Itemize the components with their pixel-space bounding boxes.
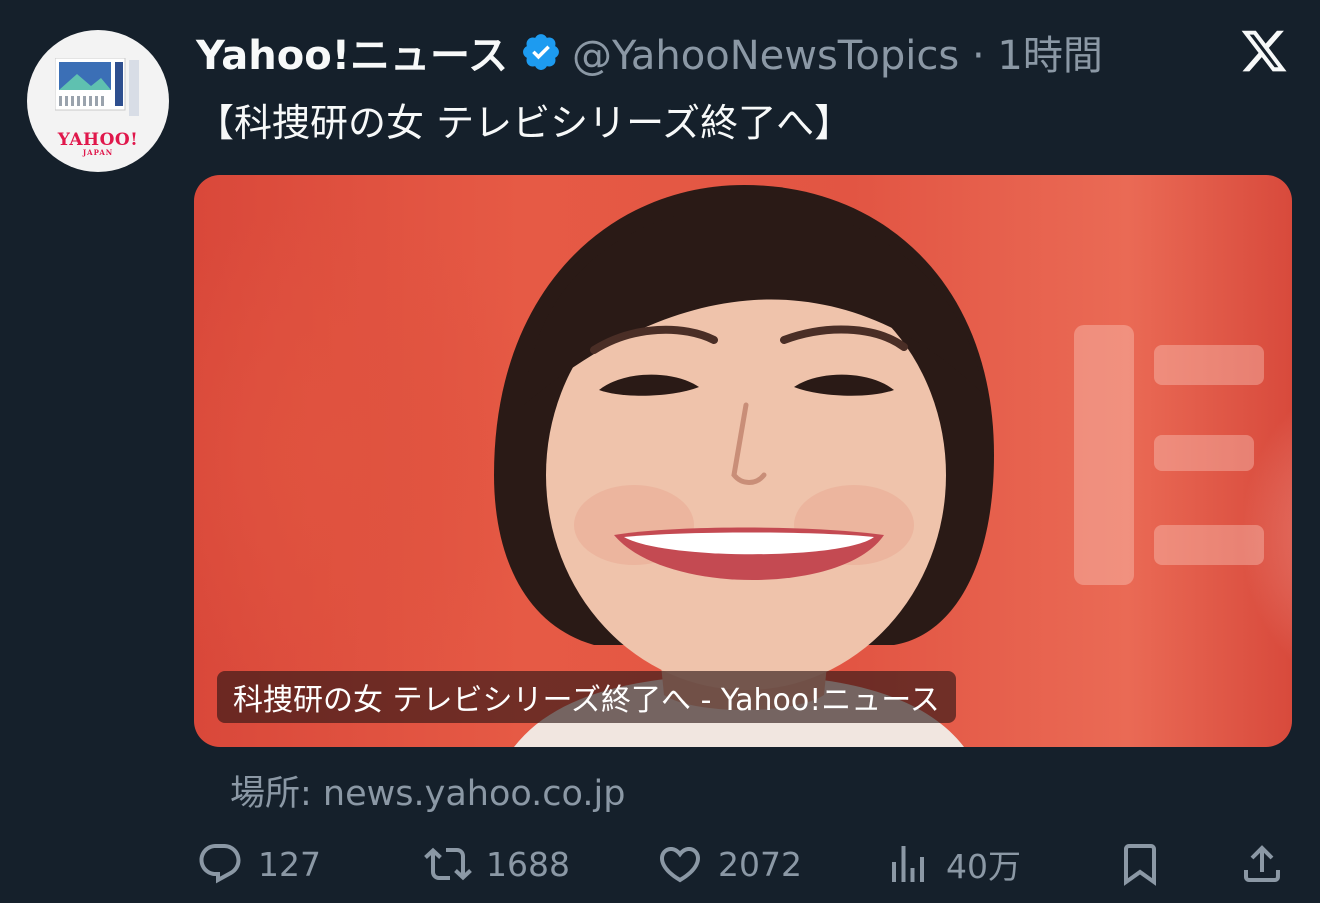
avatar-brand-text: YAHOO!	[57, 130, 139, 150]
avatar[interactable]: YAHOO! JAPAN	[27, 30, 169, 172]
reply-count: 127	[258, 844, 321, 884]
share-button[interactable]	[1238, 838, 1300, 890]
retweet-icon	[424, 847, 472, 881]
card-source[interactable]: 場所: news.yahoo.co.jp	[230, 765, 625, 816]
bookmark-button[interactable]	[1116, 838, 1178, 890]
retweet-count: 1688	[486, 844, 570, 884]
like-count: 2072	[718, 844, 802, 884]
newspaper-icon	[55, 58, 139, 116]
share-icon	[1244, 845, 1280, 882]
heart-icon	[659, 847, 701, 883]
reply-icon	[199, 844, 241, 884]
avatar-brand: YAHOO! JAPAN	[27, 130, 169, 157]
tweet-header: Yahoo!ニュース @YahooNewsTopics · 1時間	[196, 24, 1103, 80]
avatar-brand-subtext: JAPAN	[82, 148, 114, 157]
views-count: 40万	[946, 847, 1021, 886]
handle-and-time[interactable]: @YahooNewsTopics · 1時間	[572, 23, 1103, 81]
card-photo	[494, 185, 1264, 747]
card-caption: 科捜研の女 テレビシリーズ終了へ - Yahoo!ニュース	[217, 671, 956, 723]
link-card[interactable]: 科捜研の女 テレビシリーズ終了へ - Yahoo!ニュース	[194, 175, 1292, 747]
display-name[interactable]: Yahoo!ニュース	[196, 23, 508, 81]
verified-badge-icon	[523, 34, 559, 70]
bookmark-icon	[1124, 844, 1156, 886]
reply-button[interactable]: 127	[196, 838, 321, 890]
x-logo-icon[interactable]	[1238, 26, 1290, 76]
views-chart-icon	[892, 846, 924, 882]
views-button[interactable]: 40万	[884, 838, 1021, 890]
like-button[interactable]: 2072	[656, 838, 802, 890]
tweet-text: 【科捜研の女 テレビシリーズ終了へ】	[196, 101, 853, 145]
retweet-button[interactable]: 1688	[424, 838, 570, 890]
